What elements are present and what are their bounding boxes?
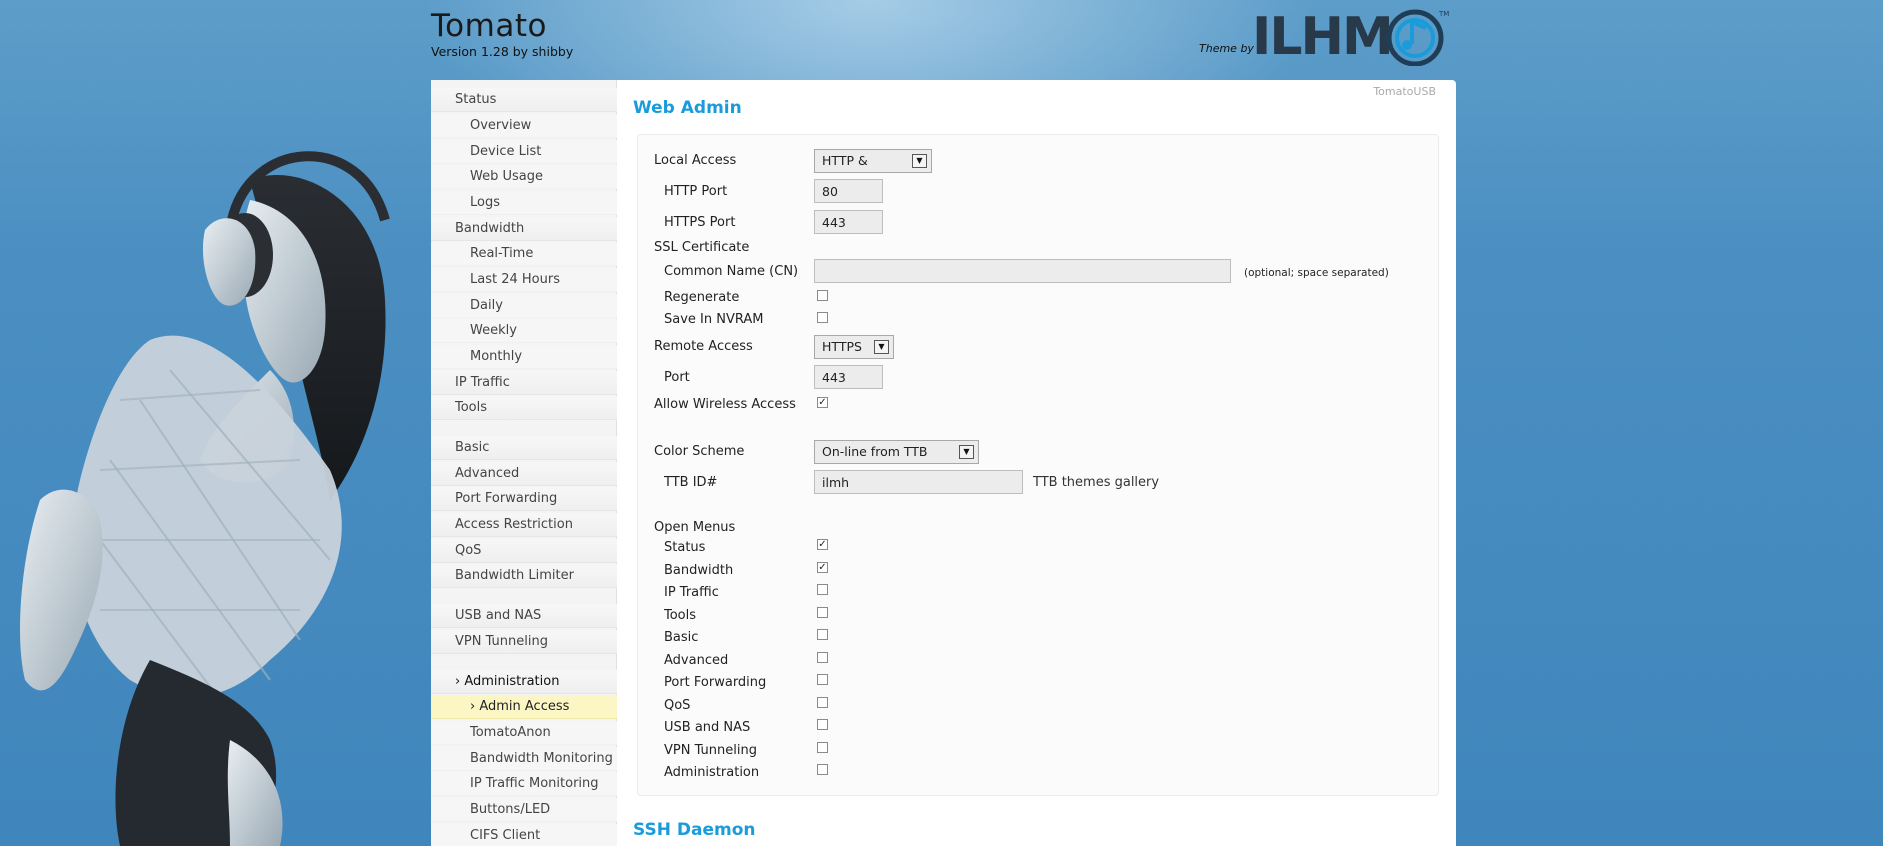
- common-name-label: Common Name (CN): [664, 264, 799, 279]
- sidebar-item[interactable]: › Admin Access: [431, 695, 617, 719]
- web-admin-panel: Local Access HTTP & ▼ HTTP Port HTTPS Po…: [637, 134, 1439, 796]
- open-menu-label: Port Forwarding: [664, 675, 767, 690]
- app-title: Tomato: [431, 8, 547, 44]
- ttb-id-label: TTB ID#: [664, 475, 718, 490]
- open-menu-label: IP Traffic: [664, 585, 719, 600]
- chevron-down-icon: ▼: [959, 445, 974, 459]
- open-menu-checkbox[interactable]: [817, 764, 828, 775]
- allow-wireless-label: Allow Wireless Access: [654, 397, 796, 412]
- sidebar-item[interactable]: Web Usage: [431, 165, 617, 189]
- sidebar-item[interactable]: › Administration: [431, 670, 617, 694]
- open-menu-checkbox[interactable]: [817, 742, 828, 753]
- open-menu-label: Bandwidth: [664, 563, 734, 578]
- sidebar-item[interactable]: Bandwidth Monitoring: [431, 747, 617, 771]
- sidebar-item[interactable]: Basic: [431, 436, 617, 460]
- sidebar-item[interactable]: VPN Tunneling: [431, 630, 617, 654]
- chevron-down-icon: ▼: [874, 340, 889, 354]
- sidebar-item[interactable]: Daily: [431, 294, 617, 318]
- open-menu-checkbox[interactable]: [817, 607, 828, 618]
- save-nvram-checkbox[interactable]: [817, 312, 828, 323]
- common-name-hint: (optional; space separated): [1244, 267, 1389, 279]
- open-menu-label: USB and NAS: [664, 720, 751, 735]
- sidebar-item[interactable]: USB and NAS: [431, 604, 617, 628]
- open-menu-label: Tools: [664, 608, 697, 623]
- open-menu-checkbox[interactable]: ✓: [817, 562, 828, 573]
- color-scheme-label: Color Scheme: [654, 444, 745, 459]
- background-figure-image: [20, 151, 390, 846]
- chevron-down-icon: ▼: [912, 154, 927, 168]
- open-menu-checkbox[interactable]: [817, 674, 828, 685]
- open-menu-label: Status: [664, 540, 706, 555]
- local-access-value: HTTP &: [822, 153, 868, 168]
- open-menu-checkbox[interactable]: [817, 584, 828, 595]
- remote-access-select[interactable]: HTTPS ▼: [814, 335, 894, 359]
- sidebar-item[interactable]: Real-Time: [431, 242, 617, 266]
- open-menu-checkbox[interactable]: [817, 629, 828, 640]
- open-menus-label: Open Menus: [654, 520, 736, 535]
- remote-access-value: HTTPS: [822, 339, 862, 354]
- remote-access-label: Remote Access: [654, 339, 753, 354]
- sidebar-item[interactable]: Port Forwarding: [431, 487, 617, 511]
- tomatousb-label: TomatoUSB: [1373, 85, 1436, 98]
- content-container: Status Overview Device List Web Usage Logs Ba…: [431, 80, 1456, 846]
- sidebar-item[interactable]: Access Restriction: [431, 513, 617, 537]
- sidebar-item[interactable]: CIFS Client: [431, 824, 617, 846]
- sidebar-item[interactable]: QoS: [431, 539, 617, 563]
- open-menu-label: QoS: [664, 698, 691, 713]
- color-scheme-select[interactable]: On-line from TTB ▼: [814, 440, 979, 464]
- ttb-themes-gallery-link[interactable]: TTB themes gallery: [1033, 475, 1159, 490]
- sidebar-item[interactable]: Tools: [431, 396, 617, 420]
- color-scheme-value: On-line from TTB: [822, 444, 928, 459]
- allow-wireless-checkbox[interactable]: ✓: [817, 397, 828, 408]
- http-port-input[interactable]: [814, 179, 883, 203]
- svg-text:ILHM: ILHM: [1252, 7, 1392, 66]
- sidebar-item[interactable]: Weekly: [431, 319, 617, 343]
- sidebar-item[interactable]: Advanced: [431, 462, 617, 486]
- http-port-label: HTTP Port: [664, 184, 728, 199]
- sidebar-item[interactable]: TomatoAnon: [431, 721, 617, 745]
- save-nvram-label: Save In NVRAM: [664, 312, 764, 327]
- ssl-certificate-label: SSL Certificate: [654, 240, 750, 255]
- sidebar-item[interactable]: Logs: [431, 191, 617, 215]
- open-menu-label: Administration: [664, 765, 760, 780]
- sidebar-nav: Status Overview Device List Web Usage Logs Ba…: [431, 80, 617, 846]
- main-content: TomatoUSB Web Admin Local Access HTTP & …: [617, 80, 1456, 846]
- svg-text:TM: TM: [1438, 10, 1449, 18]
- local-access-label: Local Access: [654, 153, 737, 168]
- web-admin-title: Web Admin: [633, 98, 742, 118]
- sidebar-item[interactable]: IP Traffic: [431, 371, 617, 395]
- app-version: Version 1.28 by shibby: [431, 44, 574, 59]
- https-port-label: HTTPS Port: [664, 215, 736, 230]
- sidebar-item[interactable]: Device List: [431, 140, 617, 164]
- remote-port-input[interactable]: [814, 365, 883, 389]
- sidebar-item[interactable]: Bandwidth: [431, 217, 617, 241]
- ttb-id-input[interactable]: [814, 470, 1023, 494]
- open-menu-label: Basic: [664, 630, 699, 645]
- sidebar-item[interactable]: IP Traffic Monitoring: [431, 772, 617, 796]
- ssh-daemon-title: SSH Daemon: [633, 820, 756, 840]
- open-menu-checkbox[interactable]: [817, 652, 828, 663]
- common-name-input[interactable]: [814, 259, 1231, 283]
- open-menu-label: Advanced: [664, 653, 729, 668]
- local-access-select[interactable]: HTTP & ▼: [814, 149, 932, 173]
- app-header: Tomato Version 1.28 by shibby: [431, 8, 573, 59]
- sidebar-item[interactable]: Monthly: [431, 345, 617, 369]
- regenerate-checkbox[interactable]: [817, 290, 828, 301]
- sidebar-item[interactable]: Status: [431, 88, 617, 112]
- sidebar-item[interactable]: Last 24 Hours: [431, 268, 617, 292]
- sidebar-item[interactable]: Buttons/LED: [431, 798, 617, 822]
- ilhm-logo: ILHM TM: [1252, 7, 1449, 66]
- open-menu-checkbox[interactable]: [817, 719, 828, 730]
- open-menu-checkbox[interactable]: ✓: [817, 539, 828, 550]
- sidebar-item[interactable]: Bandwidth Limiter: [431, 564, 617, 588]
- open-menu-label: VPN Tunneling: [664, 743, 757, 758]
- open-menu-checkbox[interactable]: [817, 697, 828, 708]
- https-port-input[interactable]: [814, 210, 883, 234]
- port-label: Port: [664, 370, 690, 385]
- sidebar-item[interactable]: Overview: [431, 114, 617, 138]
- regenerate-label: Regenerate: [664, 290, 740, 305]
- theme-by-label: Theme by: [1199, 42, 1254, 55]
